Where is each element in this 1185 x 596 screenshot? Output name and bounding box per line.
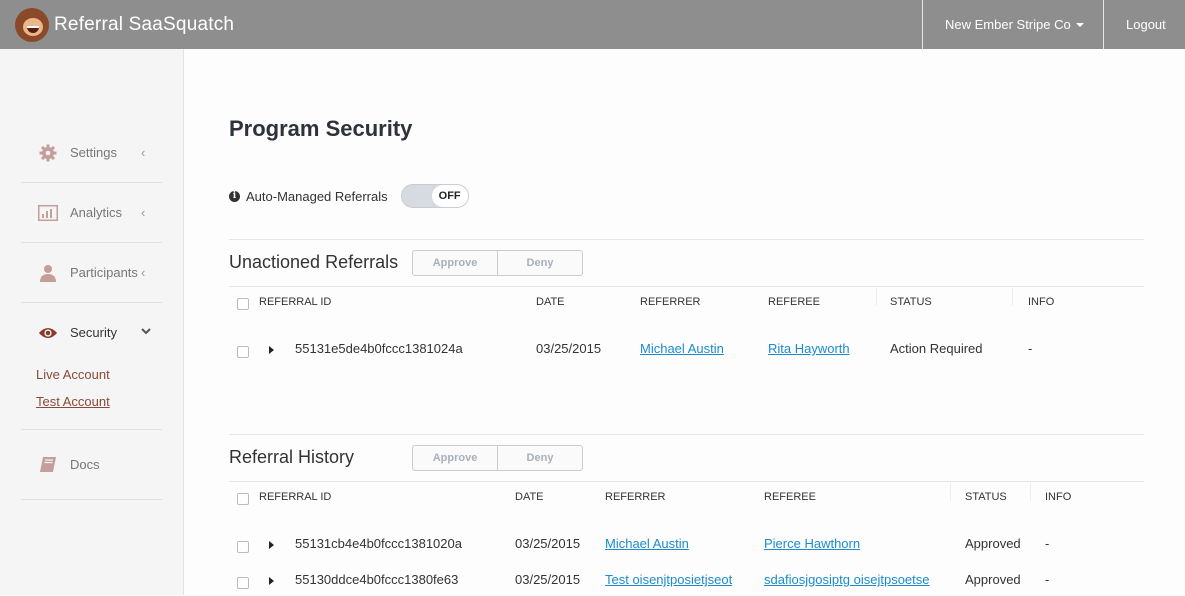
- referral-date: 03/25/2015: [515, 536, 581, 551]
- divider: [229, 239, 1144, 240]
- referral-id: 55130ddce4b0fccc1380fe63: [295, 572, 459, 587]
- account-menu-label: New Ember Stripe Co: [945, 17, 1071, 32]
- sidebar-item-label: Settings: [70, 145, 117, 160]
- brand[interactable]: Referral SaaSquatch: [15, 8, 234, 42]
- divider: [229, 434, 1144, 435]
- sidebar-subitem-live-account[interactable]: Live Account: [36, 367, 110, 382]
- deny-button[interactable]: Deny: [497, 446, 582, 470]
- user-icon: [38, 263, 58, 283]
- row-checkbox[interactable]: [237, 577, 249, 589]
- column-divider: [876, 288, 877, 306]
- column-header[interactable]: Date: [536, 296, 565, 308]
- chevron-down-icon: [141, 323, 151, 338]
- column-header[interactable]: Referee: [764, 491, 816, 503]
- expand-row-icon[interactable]: [269, 346, 274, 354]
- column-header[interactable]: Referrer: [640, 296, 701, 308]
- brand-name: Referral SaaSquatch: [54, 14, 235, 35]
- referrer-link[interactable]: Michael Austin: [605, 536, 689, 551]
- column-header[interactable]: Status: [965, 491, 1007, 503]
- sidebar-item-settings[interactable]: Settings ‹: [21, 123, 162, 183]
- referral-history-title: Referral History: [229, 447, 355, 467]
- unactioned-action-buttons: Approve Deny: [412, 250, 583, 276]
- column-divider: [1030, 483, 1031, 501]
- table-row[interactable]: 55130ddce4b0fccc1380fe63 03/25/2015 Test…: [229, 572, 1144, 596]
- history-action-buttons: Approve Deny: [412, 445, 583, 471]
- row-checkbox[interactable]: [237, 346, 249, 358]
- approve-button[interactable]: Approve: [413, 446, 497, 470]
- select-all-checkbox[interactable]: [237, 493, 249, 505]
- column-header[interactable]: Status: [890, 296, 932, 308]
- referral-status: Approved: [965, 536, 1021, 551]
- referral-info: -: [1045, 572, 1050, 587]
- info-icon[interactable]: i: [229, 190, 240, 202]
- caret-down-icon: [1075, 22, 1084, 27]
- column-divider: [950, 483, 951, 501]
- squatch-logo-icon: [15, 8, 49, 42]
- toggle-state: OFF: [431, 185, 468, 207]
- unactioned-table-header: Referral ID Date Referrer Referee Status…: [229, 288, 1144, 324]
- sidebar-subitem-test-account[interactable]: Test Account: [36, 394, 110, 409]
- bar-chart-icon: [38, 203, 58, 223]
- page-title: Program Security: [229, 116, 413, 141]
- sidebar-item-label: Docs: [70, 457, 100, 472]
- referral-info: -: [1028, 341, 1033, 356]
- auto-managed-toggle[interactable]: OFF: [400, 184, 469, 208]
- divider: [1103, 0, 1104, 49]
- referrer-link[interactable]: Michael Austin: [640, 341, 724, 356]
- gear-icon: [38, 143, 58, 163]
- referral-info: -: [1045, 536, 1050, 551]
- book-icon: [38, 455, 58, 475]
- eye-icon: [38, 323, 58, 343]
- column-header[interactable]: Referrer: [605, 491, 666, 503]
- sidebar-item-participants[interactable]: Participants ‹: [21, 243, 162, 303]
- column-divider: [1012, 288, 1013, 306]
- referral-status: Action Required: [890, 341, 983, 356]
- referral-date: 03/25/2015: [536, 341, 602, 356]
- referral-id: 55131e5de4b0fccc1381024a: [295, 341, 463, 356]
- sidebar-item-analytics[interactable]: Analytics ‹: [21, 183, 162, 243]
- divider: [229, 481, 1144, 482]
- column-header[interactable]: Info: [1028, 296, 1054, 308]
- sidebar-item-label: Participants: [70, 265, 138, 280]
- top-bar: Referral SaaSquatch New Ember Stripe Co …: [0, 0, 1185, 49]
- table-row[interactable]: 55131cb4e4b0fccc1381020a 03/25/2015 Mich…: [229, 536, 1144, 560]
- chevron-left-icon: ‹: [141, 205, 146, 220]
- auto-managed-row: i Auto-Managed Referrals OFF: [229, 184, 469, 208]
- table-row[interactable]: 55131e5de4b0fccc1381024a 03/25/2015 Mich…: [229, 341, 1144, 365]
- divider: [922, 0, 923, 49]
- column-header[interactable]: Referral ID: [259, 491, 331, 503]
- logout-button[interactable]: Logout: [1126, 0, 1166, 49]
- sidebar-item-label: Analytics: [70, 205, 123, 220]
- expand-row-icon[interactable]: [269, 541, 274, 549]
- chevron-left-icon: ‹: [141, 265, 146, 280]
- sidebar-item-docs[interactable]: Docs: [21, 430, 162, 500]
- chevron-left-icon: ‹: [141, 145, 146, 160]
- referral-date: 03/25/2015: [515, 572, 581, 587]
- referrer-link[interactable]: Test oisenjtposietjseot: [605, 572, 732, 587]
- auto-managed-label: Auto-Managed Referrals: [246, 188, 388, 204]
- history-table-header: Referral ID Date Referrer Referee Status…: [229, 483, 1144, 519]
- column-header[interactable]: Info: [1045, 491, 1071, 503]
- referee-link[interactable]: Pierce Hawthorn: [764, 536, 860, 551]
- column-header[interactable]: Date: [515, 491, 544, 503]
- approve-button[interactable]: Approve: [413, 251, 497, 275]
- sidebar-item-label: Security: [70, 325, 117, 340]
- unactioned-referrals-title: Unactioned Referrals: [229, 252, 399, 272]
- select-all-checkbox[interactable]: [237, 298, 249, 310]
- column-header[interactable]: Referee: [768, 296, 820, 308]
- account-menu[interactable]: New Ember Stripe Co: [945, 0, 1084, 49]
- expand-row-icon[interactable]: [269, 577, 274, 585]
- column-header[interactable]: Referral ID: [259, 296, 331, 308]
- sidebar: Settings ‹ Analytics ‹ Participants ‹ Se…: [0, 49, 184, 595]
- divider: [229, 286, 1144, 287]
- row-checkbox[interactable]: [237, 541, 249, 553]
- referee-link[interactable]: sdafiosjgosiptg oisejtpsoetse: [764, 572, 930, 587]
- referral-status: Approved: [965, 572, 1021, 587]
- deny-button[interactable]: Deny: [497, 251, 582, 275]
- referral-id: 55131cb4e4b0fccc1381020a: [295, 536, 462, 551]
- referee-link[interactable]: Rita Hayworth: [768, 341, 850, 356]
- main-content: Program Security i Auto-Managed Referral…: [184, 49, 1185, 595]
